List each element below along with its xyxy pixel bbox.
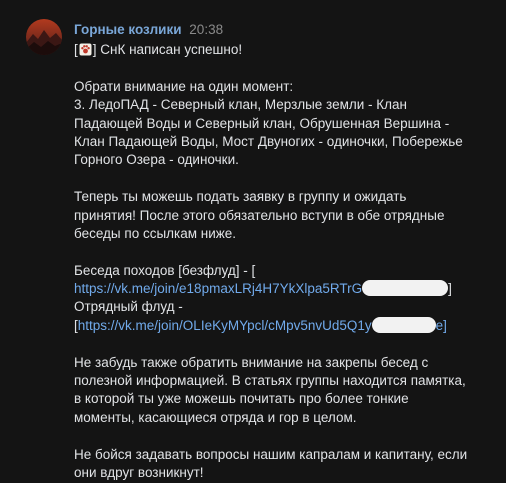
pinned-line: полезной информацией. В статьях группы н… [74,373,466,389]
chat-message: Горные козлики 20:38 [ ] СнК написан успе… [0,0,506,483]
bracket-open: [ [74,42,78,57]
chat1-link[interactable]: https://vk.me/join/e18pmaxLRj4H7YkXlpa5R… [74,281,362,296]
chat2-link-tail[interactable]: e] [436,318,447,333]
bracket-close: ] [448,281,452,297]
redaction-mark [362,280,449,297]
chat1-label: Беседа походов [безфлуд] - [ [74,262,256,278]
message-header: Горные козлики 20:38 [74,20,223,40]
chat2-link-line: [https://vk.me/join/OLIeKyMYpcl/cMpv5nvU… [74,316,494,335]
chat2-link[interactable]: https://vk.me/join/OLIeKyMYpcl/cMpv5nvUd… [78,318,372,333]
notice-line: 3. ЛедоПАД - Северный клан, Мерзлые земл… [74,97,407,113]
notice-line: Горного Озера - одиночки. [74,152,239,168]
mountain-landscape-avatar-image [26,19,62,55]
questions-line: они вдруг возникнут! [74,464,204,480]
paw-icon [79,43,92,56]
pinned-line: Не забудь также обратить внимание на зак… [74,354,429,370]
notice-line: Клан Падающей Воды, Мост Двуногих - один… [74,133,463,149]
status-text: ] СнК написан успешно! [92,42,243,57]
chat1-link-line: https://vk.me/join/e18pmaxLRj4H7YkXlpa5R… [74,280,494,298]
redaction-mark [371,316,436,333]
message-time: 20:38 [189,22,224,37]
apply-line: беседы по ссылкам ниже. [74,225,237,241]
chat2-label: Отрядный флуд - [74,299,183,315]
pinned-line: моменты, касающиеся отряда и гор в целом… [74,409,357,425]
status-line: [ ] СнК написан успешно! [74,41,494,59]
notice-title: Обрати внимание на один момент: [74,78,294,94]
message-text: [ ] СнК написан успешно! Обрати внимание … [74,41,494,482]
apply-line: Теперь ты можешь подать заявку в группу … [74,189,407,205]
pinned-line: в которой ты уже можешь почитать про бол… [74,391,409,407]
notice-line: Падающей Воды и Северный клан, Обрушенна… [74,115,450,131]
author-name[interactable]: Горные козлики [74,22,182,37]
questions-line: Не бойся задавать вопросы нашим капралам… [74,446,468,462]
avatar[interactable] [26,19,62,55]
apply-line: принятия! После этого обязательно вступи… [74,207,445,223]
